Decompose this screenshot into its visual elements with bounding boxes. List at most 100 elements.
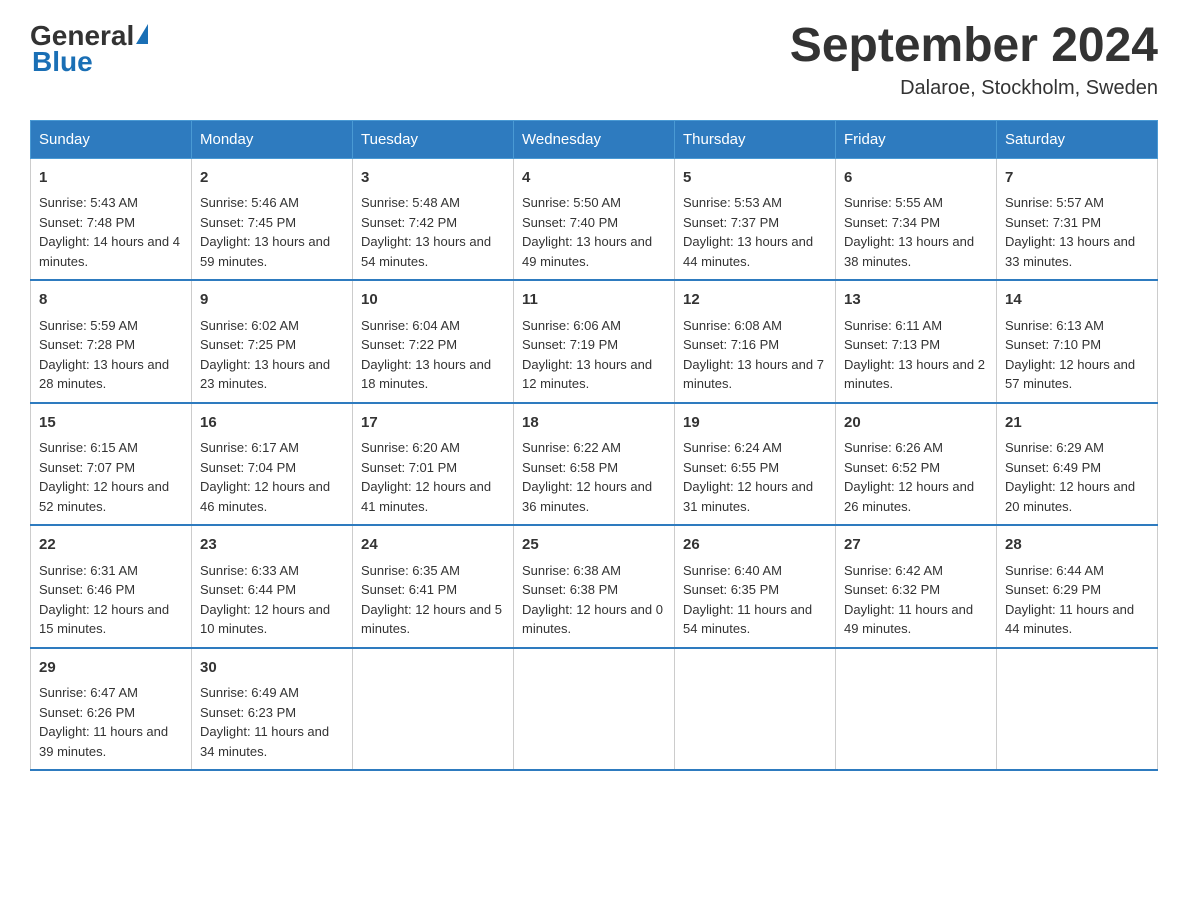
sunrise-text: Sunrise: 6:42 AMSunset: 6:32 PMDaylight:… [844, 563, 973, 637]
calendar-cell: 12 Sunrise: 6:08 AMSunset: 7:16 PMDaylig… [675, 280, 836, 403]
calendar-cell: 30 Sunrise: 6:49 AMSunset: 6:23 PMDaylig… [192, 648, 353, 771]
day-number: 25 [522, 534, 666, 557]
day-number: 13 [844, 289, 988, 312]
calendar-cell [836, 648, 997, 771]
calendar-cell: 18 Sunrise: 6:22 AMSunset: 6:58 PMDaylig… [514, 403, 675, 526]
header-right: September 2024 Dalaroe, Stockholm, Swede… [790, 20, 1158, 100]
sunrise-text: Sunrise: 5:57 AMSunset: 7:31 PMDaylight:… [1005, 195, 1135, 269]
sunrise-text: Sunrise: 5:48 AMSunset: 7:42 PMDaylight:… [361, 195, 491, 269]
calendar-cell: 8 Sunrise: 5:59 AMSunset: 7:28 PMDayligh… [31, 280, 192, 403]
sunrise-text: Sunrise: 6:47 AMSunset: 6:26 PMDaylight:… [39, 685, 168, 759]
sunrise-text: Sunrise: 6:38 AMSunset: 6:38 PMDaylight:… [522, 563, 663, 637]
calendar-cell: 13 Sunrise: 6:11 AMSunset: 7:13 PMDaylig… [836, 280, 997, 403]
calendar-cell: 21 Sunrise: 6:29 AMSunset: 6:49 PMDaylig… [997, 403, 1158, 526]
day-number: 15 [39, 412, 183, 435]
sunrise-text: Sunrise: 6:29 AMSunset: 6:49 PMDaylight:… [1005, 440, 1135, 514]
sunrise-text: Sunrise: 6:02 AMSunset: 7:25 PMDaylight:… [200, 318, 330, 392]
calendar-cell: 2 Sunrise: 5:46 AMSunset: 7:45 PMDayligh… [192, 158, 353, 280]
calendar-cell [514, 648, 675, 771]
logo-triangle-icon [136, 24, 148, 44]
calendar-cell: 1 Sunrise: 5:43 AMSunset: 7:48 PMDayligh… [31, 158, 192, 280]
sunrise-text: Sunrise: 6:11 AMSunset: 7:13 PMDaylight:… [844, 318, 985, 392]
calendar-cell: 5 Sunrise: 5:53 AMSunset: 7:37 PMDayligh… [675, 158, 836, 280]
calendar-cell: 7 Sunrise: 5:57 AMSunset: 7:31 PMDayligh… [997, 158, 1158, 280]
day-number: 8 [39, 289, 183, 312]
day-number: 30 [200, 657, 344, 680]
page-header: General Blue September 2024 Dalaroe, Sto… [30, 20, 1158, 100]
calendar-table: SundayMondayTuesdayWednesdayThursdayFrid… [30, 120, 1158, 772]
day-number: 28 [1005, 534, 1149, 557]
sunrise-text: Sunrise: 6:06 AMSunset: 7:19 PMDaylight:… [522, 318, 652, 392]
calendar-cell: 24 Sunrise: 6:35 AMSunset: 6:41 PMDaylig… [353, 525, 514, 648]
week-row-2: 8 Sunrise: 5:59 AMSunset: 7:28 PMDayligh… [31, 280, 1158, 403]
sunrise-text: Sunrise: 5:43 AMSunset: 7:48 PMDaylight:… [39, 195, 180, 269]
month-title: September 2024 [790, 20, 1158, 73]
calendar-cell: 17 Sunrise: 6:20 AMSunset: 7:01 PMDaylig… [353, 403, 514, 526]
sunrise-text: Sunrise: 6:08 AMSunset: 7:16 PMDaylight:… [683, 318, 824, 392]
calendar-cell: 28 Sunrise: 6:44 AMSunset: 6:29 PMDaylig… [997, 525, 1158, 648]
calendar-header-row: SundayMondayTuesdayWednesdayThursdayFrid… [31, 120, 1158, 158]
location-title: Dalaroe, Stockholm, Sweden [790, 77, 1158, 100]
calendar-cell: 15 Sunrise: 6:15 AMSunset: 7:07 PMDaylig… [31, 403, 192, 526]
day-number: 29 [39, 657, 183, 680]
sunrise-text: Sunrise: 6:31 AMSunset: 6:46 PMDaylight:… [39, 563, 169, 637]
calendar-cell: 23 Sunrise: 6:33 AMSunset: 6:44 PMDaylig… [192, 525, 353, 648]
calendar-cell: 16 Sunrise: 6:17 AMSunset: 7:04 PMDaylig… [192, 403, 353, 526]
sunrise-text: Sunrise: 5:50 AMSunset: 7:40 PMDaylight:… [522, 195, 652, 269]
column-header-tuesday: Tuesday [353, 120, 514, 158]
day-number: 18 [522, 412, 666, 435]
day-number: 23 [200, 534, 344, 557]
sunrise-text: Sunrise: 6:13 AMSunset: 7:10 PMDaylight:… [1005, 318, 1135, 392]
week-row-3: 15 Sunrise: 6:15 AMSunset: 7:07 PMDaylig… [31, 403, 1158, 526]
day-number: 14 [1005, 289, 1149, 312]
column-header-saturday: Saturday [997, 120, 1158, 158]
calendar-cell: 26 Sunrise: 6:40 AMSunset: 6:35 PMDaylig… [675, 525, 836, 648]
sunrise-text: Sunrise: 5:46 AMSunset: 7:45 PMDaylight:… [200, 195, 330, 269]
day-number: 11 [522, 289, 666, 312]
week-row-4: 22 Sunrise: 6:31 AMSunset: 6:46 PMDaylig… [31, 525, 1158, 648]
sunrise-text: Sunrise: 6:40 AMSunset: 6:35 PMDaylight:… [683, 563, 812, 637]
day-number: 7 [1005, 167, 1149, 190]
calendar-cell: 14 Sunrise: 6:13 AMSunset: 7:10 PMDaylig… [997, 280, 1158, 403]
day-number: 6 [844, 167, 988, 190]
week-row-1: 1 Sunrise: 5:43 AMSunset: 7:48 PMDayligh… [31, 158, 1158, 280]
day-number: 16 [200, 412, 344, 435]
day-number: 2 [200, 167, 344, 190]
sunrise-text: Sunrise: 6:35 AMSunset: 6:41 PMDaylight:… [361, 563, 502, 637]
sunrise-text: Sunrise: 6:20 AMSunset: 7:01 PMDaylight:… [361, 440, 491, 514]
sunrise-text: Sunrise: 5:55 AMSunset: 7:34 PMDaylight:… [844, 195, 974, 269]
sunrise-text: Sunrise: 6:24 AMSunset: 6:55 PMDaylight:… [683, 440, 813, 514]
sunrise-text: Sunrise: 5:59 AMSunset: 7:28 PMDaylight:… [39, 318, 169, 392]
sunrise-text: Sunrise: 6:04 AMSunset: 7:22 PMDaylight:… [361, 318, 491, 392]
calendar-cell: 20 Sunrise: 6:26 AMSunset: 6:52 PMDaylig… [836, 403, 997, 526]
day-number: 19 [683, 412, 827, 435]
calendar-cell: 6 Sunrise: 5:55 AMSunset: 7:34 PMDayligh… [836, 158, 997, 280]
calendar-cell [353, 648, 514, 771]
day-number: 5 [683, 167, 827, 190]
calendar-cell: 19 Sunrise: 6:24 AMSunset: 6:55 PMDaylig… [675, 403, 836, 526]
day-number: 9 [200, 289, 344, 312]
day-number: 4 [522, 167, 666, 190]
calendar-cell [997, 648, 1158, 771]
sunrise-text: Sunrise: 6:44 AMSunset: 6:29 PMDaylight:… [1005, 563, 1134, 637]
calendar-cell [675, 648, 836, 771]
day-number: 1 [39, 167, 183, 190]
logo-blue-text: Blue [32, 46, 93, 78]
week-row-5: 29 Sunrise: 6:47 AMSunset: 6:26 PMDaylig… [31, 648, 1158, 771]
logo: General Blue [30, 20, 148, 78]
column-header-friday: Friday [836, 120, 997, 158]
day-number: 24 [361, 534, 505, 557]
calendar-cell: 10 Sunrise: 6:04 AMSunset: 7:22 PMDaylig… [353, 280, 514, 403]
day-number: 27 [844, 534, 988, 557]
column-header-sunday: Sunday [31, 120, 192, 158]
column-header-monday: Monday [192, 120, 353, 158]
sunrise-text: Sunrise: 6:49 AMSunset: 6:23 PMDaylight:… [200, 685, 329, 759]
day-number: 10 [361, 289, 505, 312]
day-number: 22 [39, 534, 183, 557]
calendar-cell: 4 Sunrise: 5:50 AMSunset: 7:40 PMDayligh… [514, 158, 675, 280]
day-number: 3 [361, 167, 505, 190]
sunrise-text: Sunrise: 6:33 AMSunset: 6:44 PMDaylight:… [200, 563, 330, 637]
sunrise-text: Sunrise: 6:26 AMSunset: 6:52 PMDaylight:… [844, 440, 974, 514]
column-header-wednesday: Wednesday [514, 120, 675, 158]
day-number: 26 [683, 534, 827, 557]
